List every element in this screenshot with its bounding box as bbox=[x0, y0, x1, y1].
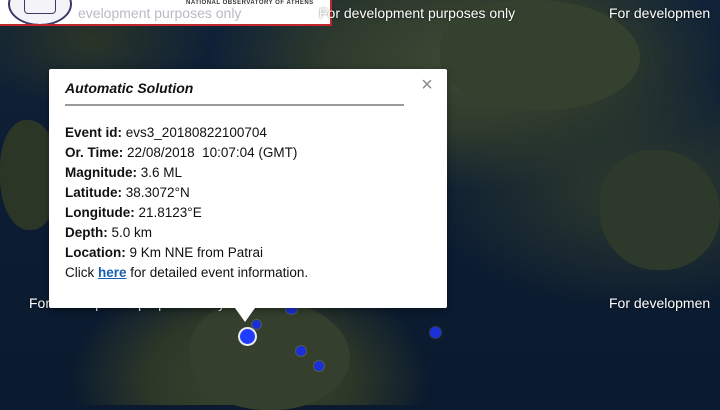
depth-value: 5.0 km bbox=[111, 225, 153, 240]
click-prefix-text: Click bbox=[65, 265, 98, 280]
event-details: Event id: evs3_20180822100704 Or. Time: … bbox=[65, 123, 308, 283]
magnitude-value: 3.6 ML bbox=[140, 165, 183, 180]
watermark-text: For development purposes only bbox=[319, 5, 516, 21]
origin-time-value: 22/08/2018 10:07:04 (GMT) bbox=[127, 145, 298, 160]
origin-time-row: Or. Time: 22/08/2018 10:07:04 (GMT) bbox=[65, 143, 308, 163]
latitude-value: 38.3072°N bbox=[125, 185, 190, 200]
origin-time-label: Or. Time: bbox=[65, 145, 124, 160]
magnitude-label: Magnitude: bbox=[65, 165, 137, 180]
title-divider bbox=[65, 104, 404, 106]
longitude-row: Longitude: 21.8123°E bbox=[65, 203, 308, 223]
event-id-value: evs3_20180822100704 bbox=[125, 125, 267, 140]
location-row: Location: 9 Km NNE from Patrai bbox=[65, 243, 308, 263]
observatory-banner: evelopment purposes only NATIONAL OBSERV… bbox=[0, 0, 332, 26]
observatory-seal-icon bbox=[8, 0, 72, 24]
location-value: 9 Km NNE from Patrai bbox=[129, 245, 264, 260]
magnitude-row: Magnitude: 3.6 ML bbox=[65, 163, 308, 183]
watermark-text: For developmen bbox=[609, 5, 711, 21]
click-suffix-text: for detailed event information. bbox=[126, 265, 309, 280]
land-mass bbox=[600, 150, 720, 270]
earthquake-marker[interactable] bbox=[296, 346, 306, 356]
event-id-label: Event id: bbox=[65, 125, 123, 140]
longitude-label: Longitude: bbox=[65, 205, 135, 220]
banner-watermark: evelopment purposes only bbox=[78, 5, 242, 21]
location-label: Location: bbox=[65, 245, 126, 260]
details-link-row: Click here for detailed event informatio… bbox=[65, 263, 308, 283]
observatory-name: NATIONAL OBSERVATORY OF ATHENS bbox=[186, 0, 314, 6]
event-info-popup: Automatic Solution × Event id: evs3_2018… bbox=[49, 69, 447, 322]
latitude-label: Latitude: bbox=[65, 185, 122, 200]
earthquake-marker[interactable] bbox=[314, 361, 324, 371]
watermark-text: For developmen bbox=[609, 295, 711, 311]
event-details-link[interactable]: here bbox=[98, 265, 127, 280]
land-mass bbox=[190, 300, 350, 410]
earthquake-marker[interactable] bbox=[430, 327, 441, 338]
longitude-value: 21.8123°E bbox=[138, 205, 202, 220]
close-icon[interactable]: × bbox=[417, 75, 437, 95]
popup-pointer bbox=[235, 308, 255, 322]
selected-earthquake-marker[interactable] bbox=[240, 329, 255, 344]
depth-row: Depth: 5.0 km bbox=[65, 223, 308, 243]
latitude-row: Latitude: 38.3072°N bbox=[65, 183, 308, 203]
event-id-row: Event id: evs3_20180822100704 bbox=[65, 123, 308, 143]
depth-label: Depth: bbox=[65, 225, 108, 240]
popup-title: Automatic Solution bbox=[65, 80, 194, 96]
